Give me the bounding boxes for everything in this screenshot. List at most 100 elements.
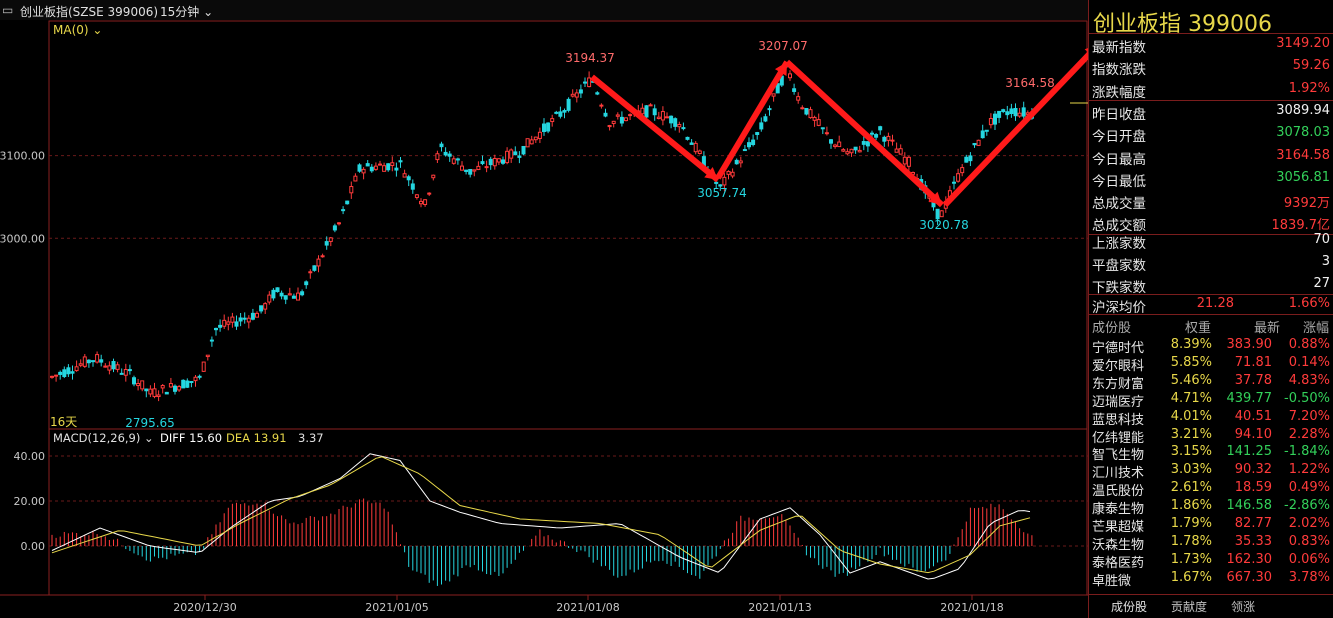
stock-weight: 3.21% <box>1170 426 1212 442</box>
stock-price: 383.90 <box>1226 337 1273 352</box>
breadth-value: 70 <box>1313 232 1330 247</box>
candle-body <box>468 168 473 175</box>
candle-body <box>558 111 563 117</box>
candle-body <box>968 155 973 162</box>
candle-body <box>496 158 501 163</box>
diff-line <box>51 453 1031 580</box>
quote-value: 3149.20 <box>1276 36 1330 51</box>
stock-weight: 2.61% <box>1170 480 1212 496</box>
candle-body <box>906 156 911 167</box>
quote-value: 3089.94 <box>1276 102 1330 118</box>
candle-body <box>209 339 214 342</box>
stock-weight: 4.01% <box>1170 408 1212 424</box>
candle-body <box>574 92 579 98</box>
candle-body <box>357 164 362 172</box>
divider <box>1089 594 1333 595</box>
candle-body <box>107 365 112 371</box>
stock-price: 667.30 <box>1226 569 1273 585</box>
quote-value: 3164.58 <box>1276 147 1330 163</box>
candle-body <box>160 385 165 389</box>
component-row[interactable]: 东方财富 5.46% 37.78 4.83% <box>1089 372 1333 392</box>
trend-arrow-line <box>784 59 945 208</box>
candle-body <box>115 364 120 370</box>
candle-body <box>111 361 116 370</box>
candle-body <box>976 139 981 146</box>
candle-body <box>291 295 296 299</box>
candle-body <box>238 317 243 322</box>
stock-weight: 5.46% <box>1170 372 1212 388</box>
price-annotation: 3164.58 <box>1005 76 1055 90</box>
candle-body <box>812 116 817 121</box>
candle-body <box>829 139 833 144</box>
candle-body <box>1013 107 1018 117</box>
candle-body <box>939 210 944 218</box>
candle-body <box>566 98 571 111</box>
candle-body <box>697 150 702 154</box>
tab-2[interactable]: 领涨 <box>1231 598 1255 615</box>
candle-body <box>841 149 846 152</box>
quote-label: 指数涨跌 <box>1092 62 1146 79</box>
candle-body <box>960 167 965 174</box>
candle-body <box>464 169 469 172</box>
candle-body <box>673 118 678 127</box>
quote-value: 1.92% <box>1288 80 1330 96</box>
stock-change: 0.83% <box>1288 533 1330 549</box>
divider <box>1089 314 1333 315</box>
tab-0[interactable]: 成份股 <box>1111 598 1147 615</box>
component-row[interactable]: 芒果超媒 1.79% 82.77 2.02% <box>1089 515 1333 535</box>
component-row[interactable]: 宁德时代 8.39% 383.90 0.88% <box>1089 336 1333 356</box>
quote-row: 最新指数 3149.20 <box>1089 34 1333 56</box>
component-row[interactable]: 康泰生物 1.86% 146.58 -2.86% <box>1089 497 1333 517</box>
component-row[interactable]: 智飞生物 3.15% 141.25 -1.84% <box>1089 443 1333 463</box>
candle-body <box>722 176 727 186</box>
component-row[interactable]: 温氏股份 2.61% 18.59 0.49% <box>1089 479 1333 499</box>
candle-body <box>99 359 104 363</box>
quote-value: 3078.03 <box>1276 125 1330 141</box>
stock-weight: 1.73% <box>1170 551 1212 567</box>
candle-body <box>373 165 378 170</box>
candle-body <box>619 116 624 124</box>
quote-label: 总成交量 <box>1092 196 1146 213</box>
candle-body <box>554 111 559 114</box>
component-row[interactable]: 爱尔眼科 5.85% 71.81 0.14% <box>1089 354 1333 374</box>
candle-body <box>570 93 575 97</box>
candle-body <box>808 109 813 119</box>
component-row[interactable]: 泰格医药 1.73% 162.30 0.06% <box>1089 551 1333 571</box>
candle-body <box>853 146 858 151</box>
stock-price: 40.51 <box>1234 408 1272 424</box>
candle-body <box>226 321 231 325</box>
dea-line <box>51 456 1031 574</box>
candle-body <box>546 122 551 132</box>
component-row[interactable]: 沃森生物 1.78% 35.33 0.83% <box>1089 533 1333 553</box>
stock-weight: 1.78% <box>1170 533 1212 549</box>
component-row[interactable]: 卓胜微 1.67% 667.30 3.78% <box>1089 569 1333 589</box>
candle-body <box>152 388 157 398</box>
stock-price: 94.10 <box>1234 426 1272 442</box>
candle-body <box>460 165 464 171</box>
tab-1[interactable]: 贡献度 <box>1171 598 1207 615</box>
stock-change: -1.84% <box>1284 444 1330 460</box>
candle-body <box>267 294 272 303</box>
candle-body <box>287 293 292 296</box>
candle-body <box>492 158 497 167</box>
candle-body <box>242 317 247 320</box>
stock-change: 0.14% <box>1288 354 1330 370</box>
quote-value: 9392万 <box>1283 196 1330 212</box>
candle-body <box>132 377 136 385</box>
component-row[interactable]: 迈瑞医疗 4.71% 439.77 -0.50% <box>1089 390 1333 410</box>
component-row[interactable]: 汇川技术 3.03% 90.32 1.22% <box>1089 461 1333 481</box>
kline-chart[interactable]: 3100.00 3000.00 40.00 20.00 0.00 2020/12/30 20… <box>0 0 1088 618</box>
candle-body <box>665 116 669 119</box>
candle-body <box>689 142 694 145</box>
macd-diff: DIFF 15.60 <box>160 431 222 445</box>
candle-body <box>447 153 452 157</box>
quote-row: 昨日收盘 3089.94 <box>1089 101 1333 123</box>
candle-body <box>652 108 657 116</box>
component-row[interactable]: 蓝思科技 4.01% 40.51 7.20% <box>1089 408 1333 428</box>
candle-body <box>480 161 485 165</box>
candle-body <box>66 367 71 375</box>
component-row[interactable]: 亿纬锂能 3.21% 94.10 2.28% <box>1089 426 1333 446</box>
candle-body <box>197 375 202 378</box>
candle-body <box>78 363 83 366</box>
breadth-label: 平盘家数 <box>1092 258 1146 274</box>
